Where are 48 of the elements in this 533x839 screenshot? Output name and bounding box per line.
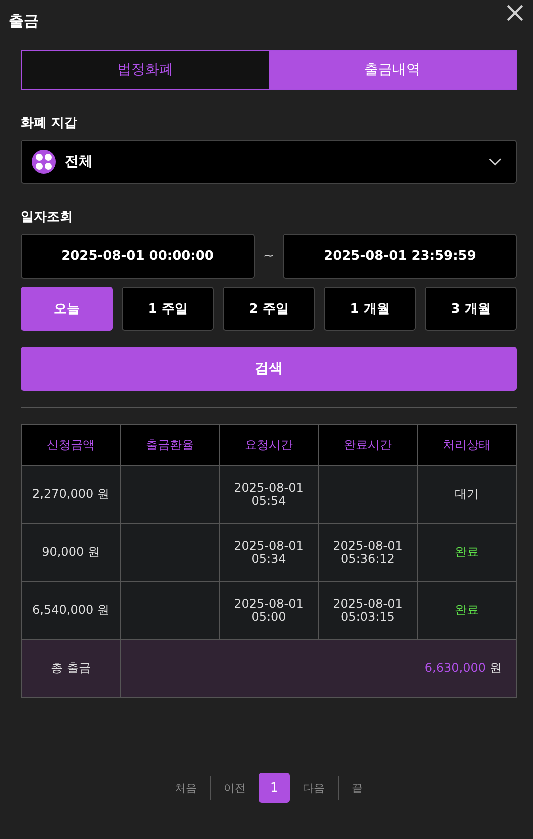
table-cell-text: 05:34 [250,552,288,566]
close-button[interactable]: × [500,0,531,28]
tab[interactable]: 출금내역 [269,51,516,89]
period-button[interactable]: 1 개월 [324,287,416,331]
period-button[interactable]: 2 주일 [223,287,315,331]
column-header: 완료시간 [318,424,418,466]
field-label: 화폐 지갑 [21,115,79,132]
field-label: 일자조회 [21,209,74,226]
table-cell-text: 05:00 [250,610,288,624]
date-field[interactable]: 2025-08-01 00:00:00 [21,234,255,279]
page-button[interactable]: 1 [259,773,290,803]
pagination-link[interactable]: 처음 [172,780,200,796]
table-cell-text: 2025-08-01 [233,598,305,610]
table-cell-text: 05:36:12 [340,552,396,566]
table-cell-text: 05:03:15 [340,610,396,624]
table-cell-text: 2025-08-01 [233,482,305,494]
table-cell-text: 05:54 [250,494,288,508]
search-button[interactable]: 검색 [21,347,517,391]
pagination-link[interactable]: 이전 [221,780,249,796]
status-text: 대기 [455,487,479,501]
range-separator: ~ [264,249,274,264]
dropdown-value: 전체 [65,153,94,171]
table-cell: 90,000 원 [42,545,100,559]
period-button[interactable]: 1 주일 [122,287,214,331]
table-cell: 6,540,000 원 [32,603,110,617]
table-cell: 2,270,000 원 [32,487,110,501]
table-cell-text: 2025-08-01 [332,598,404,610]
total-label: 총 출금 [51,661,91,675]
pagination-link[interactable]: 다음 [300,780,328,796]
column-header: 처리상태 [418,424,516,466]
pagination-link[interactable]: 끝 [349,780,366,796]
date-field[interactable]: 2025-08-01 23:59:59 [283,234,517,279]
status-text: 완료 [455,603,479,617]
tab[interactable]: 법정화폐 [22,51,269,89]
coins-icon [32,150,56,174]
period-button[interactable]: 오늘 [21,287,113,331]
window-title: 출금 [9,12,39,30]
wallet-dropdown[interactable]: 전체 [21,140,517,184]
column-header: 요청시간 [220,424,318,466]
chevron-down-icon [489,158,502,166]
column-header: 출금환율 [120,424,220,466]
period-button[interactable]: 3 개월 [425,287,517,331]
total-amount: 6,630,000 [424,661,486,675]
table-cell-text: 2025-08-01 [332,540,404,552]
column-header: 신청금액 [22,424,120,466]
table-cell-text: 2025-08-01 [233,540,305,552]
currency-unit: 원 [490,661,502,675]
status-text: 완료 [455,545,479,559]
